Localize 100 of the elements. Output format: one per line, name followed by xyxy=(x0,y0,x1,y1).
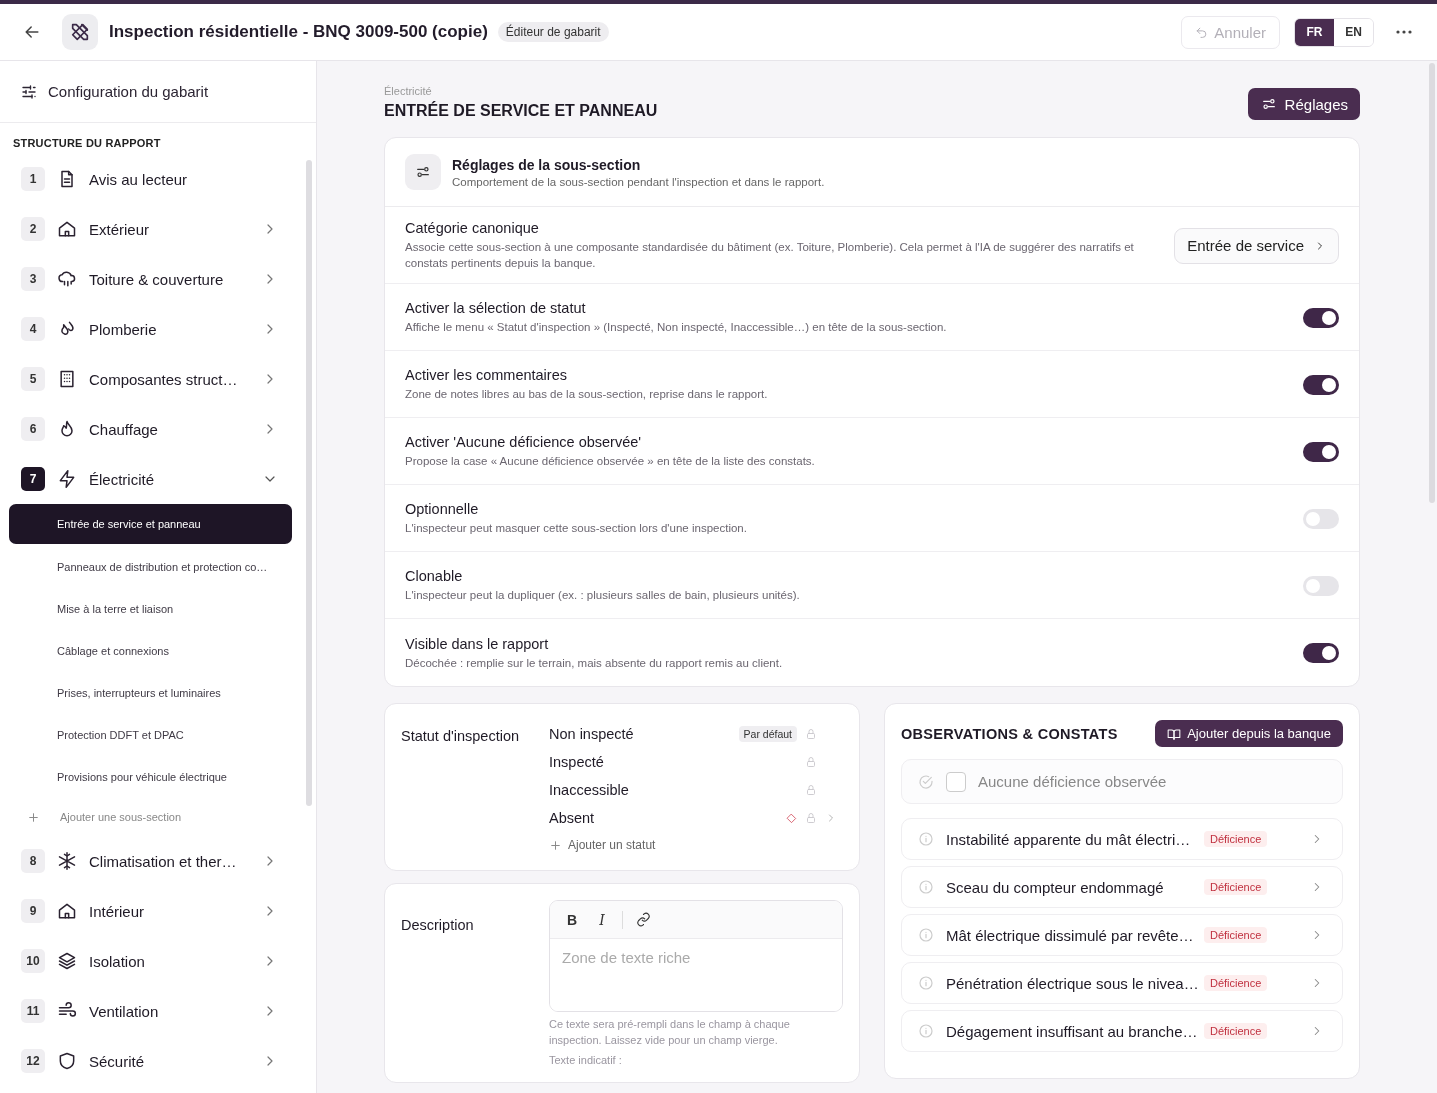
house-icon xyxy=(57,219,77,239)
subsection-item[interactable]: Mise à la terre et liaison xyxy=(9,588,292,630)
field-label: Statut d'inspection xyxy=(401,727,521,746)
subsection-item[interactable]: Provisions pour véhicule électrique xyxy=(9,756,292,798)
status-item[interactable]: Non inspecté xyxy=(549,726,731,742)
config-header[interactable]: Configuration du gabarit xyxy=(0,61,316,123)
observation-label: Aucune déficience observée xyxy=(978,773,1167,790)
sidebar-item[interactable]: 7 Électricité xyxy=(0,454,292,504)
checkbox[interactable] xyxy=(946,771,966,792)
lightning-icon xyxy=(57,469,77,489)
section-number: 7 xyxy=(21,467,45,491)
info-icon xyxy=(918,1023,934,1039)
sidebar-item[interactable]: 6 Chauffage xyxy=(0,404,292,454)
observation-item[interactable]: Pénétration électrique sous le nivea… Déficience xyxy=(901,962,1343,1004)
default-badge: Par défaut xyxy=(738,726,797,742)
mode-badge: Éditeur de gabarit xyxy=(497,22,609,42)
observation-label: Dégagement insuffisant au branche… xyxy=(946,1022,1199,1040)
section-number: 9 xyxy=(21,899,45,923)
sidebar-item[interactable]: 8 Climatisation et ther… xyxy=(0,836,292,886)
info-icon xyxy=(918,879,934,895)
sidebar-item[interactable]: 4 Plomberie xyxy=(0,304,292,354)
observation-label: Pénétration électrique sous le nivea… xyxy=(946,974,1200,992)
section-number: 6 xyxy=(21,417,45,441)
sidebar-item[interactable]: 9 Intérieur xyxy=(0,886,292,936)
check-circle-icon xyxy=(918,773,934,790)
sidebar-item[interactable]: 10 Isolation xyxy=(0,936,292,986)
info-icon xyxy=(918,927,934,943)
toggle-switch[interactable] xyxy=(1303,508,1339,529)
observation-item[interactable]: Mât électrique dissimulé par revête… Déficience xyxy=(901,914,1343,956)
sliders-icon xyxy=(20,82,38,101)
deficiency-tag: Déficience xyxy=(1204,879,1268,895)
sidebar-item[interactable]: 11 Ventilation xyxy=(0,986,292,1036)
settings-button[interactable]: Réglages xyxy=(1247,88,1360,120)
lock-icon xyxy=(805,784,817,796)
toggle-switch[interactable] xyxy=(1303,575,1339,596)
setting-description: L'inspecteur peut la dupliquer (ex. : plusieurs salles de bain, plusieurs unités). xyxy=(405,588,801,603)
setting-label: Optionnelle xyxy=(405,501,480,517)
setting-label: Catégorie canonique xyxy=(405,220,540,236)
sidebar-item[interactable]: 12 Sécurité xyxy=(0,1036,292,1086)
toggle-switch[interactable] xyxy=(1303,374,1339,395)
subsection-item[interactable]: Entrée de service et panneau xyxy=(9,504,292,544)
building-icon xyxy=(57,369,77,389)
observation-item[interactable]: Dégagement insuffisant au branche… Déficience xyxy=(901,1010,1343,1052)
sidebar-item[interactable]: 2 Extérieur xyxy=(0,204,292,254)
card-subtitle: Comportement de la sous-section pendant l'inspection et dans le rapport. xyxy=(452,175,825,188)
status-item[interactable]: Inspecté xyxy=(549,754,797,770)
observation-item[interactable]: Instabilité apparente du mât électri… Déficience xyxy=(901,818,1343,860)
language-option[interactable]: FR xyxy=(1295,18,1334,46)
shield-icon xyxy=(57,1051,77,1071)
breadcrumb: Électricité xyxy=(384,85,433,97)
setting-label: Activer 'Aucune déficience observée' xyxy=(405,434,643,450)
subsection-item[interactable]: Protection DDFT et DPAC xyxy=(9,714,292,756)
lock-icon xyxy=(805,812,817,824)
observation-item[interactable]: Sceau du compteur endommagé Déficience xyxy=(901,866,1343,908)
subsection-item[interactable]: Prises, interrupteurs et luminaires xyxy=(9,672,292,714)
deficiency-tag: Déficience xyxy=(1204,1023,1268,1039)
section-number: 8 xyxy=(21,849,45,873)
subsection-item[interactable]: Câblage et connexions xyxy=(9,630,292,672)
add-from-bank-button[interactable]: Ajouter depuis la banque xyxy=(1155,720,1343,747)
info-icon xyxy=(918,975,934,991)
sidebar-item[interactable]: 3 Toiture & couverture xyxy=(0,254,292,304)
section-title: OBSERVATIONS & CONSTATS xyxy=(901,725,1118,742)
sidebar-item[interactable]: 1 Avis au lecteur xyxy=(0,154,292,204)
setting-label: Activer les commentaires xyxy=(405,367,568,383)
field-label: Description xyxy=(401,916,475,935)
more-button[interactable] xyxy=(1396,30,1412,34)
sliders-icon xyxy=(1260,96,1277,112)
scrollbar[interactable] xyxy=(306,160,312,806)
setting-label: Activer la sélection de statut xyxy=(405,300,587,316)
document-title: Inspection résidentielle - BNQ 3009-500 (copie) xyxy=(109,22,488,42)
sliders-icon xyxy=(415,164,431,180)
rich-text-editor[interactable]: B I Zone de texte riche xyxy=(549,900,843,1012)
status-item[interactable]: Inaccessible xyxy=(549,782,797,798)
add-subsection-label: Ajouter une sous-section xyxy=(60,811,182,823)
section-label: Intérieur xyxy=(89,902,146,920)
subsection-item[interactable]: Panneaux de distribution et protection co… xyxy=(9,546,292,588)
status-item[interactable]: Absent xyxy=(549,810,778,826)
no-deficiency-row[interactable]: Aucune déficience observée xyxy=(901,759,1343,804)
section-label: Plomberie xyxy=(89,320,158,338)
section-number: 3 xyxy=(21,267,45,291)
setting-description: L'inspecteur peut masquer cette sous-section lors d'une inspection. xyxy=(405,521,748,536)
section-label: Avis au lecteur xyxy=(89,170,189,188)
section-number: 12 xyxy=(21,1049,45,1073)
add-status-link[interactable]: Ajouter un statut xyxy=(549,832,837,858)
toggle-switch[interactable] xyxy=(1303,643,1339,663)
sidebar-item[interactable]: 5 Composantes struct… xyxy=(0,354,292,404)
bold-button[interactable]: B xyxy=(560,907,584,932)
plus-icon xyxy=(549,838,562,852)
section-number: 4 xyxy=(21,317,45,341)
toggle-switch[interactable] xyxy=(1303,441,1339,462)
add-status-label: Ajouter un statut xyxy=(568,838,656,852)
category-select[interactable]: Entrée de service xyxy=(1174,227,1339,264)
italic-button[interactable]: I xyxy=(590,907,614,932)
book-icon xyxy=(1167,726,1182,741)
add-subsection-link[interactable]: Ajouter une sous-section xyxy=(0,798,292,836)
section-label: Électricité xyxy=(89,470,156,488)
toggle-switch[interactable] xyxy=(1303,307,1339,328)
section-label: Composantes struct… xyxy=(89,370,239,388)
section-heading: STRUCTURE DU RAPPORT xyxy=(12,136,162,151)
section-label: Chauffage xyxy=(89,420,159,438)
